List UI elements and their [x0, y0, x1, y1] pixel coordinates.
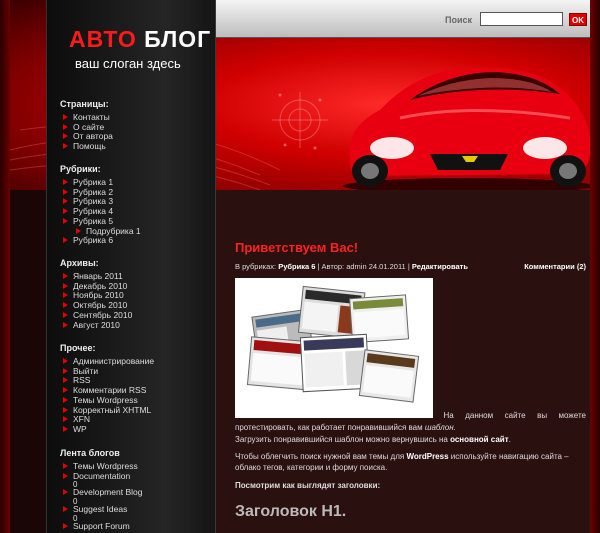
header-top-bar: Поиск OK — [215, 0, 590, 38]
pages-heading: Страницы: — [60, 99, 109, 109]
bullet-icon — [63, 114, 68, 120]
bullet-icon — [63, 463, 68, 469]
bullet-icon — [63, 377, 68, 384]
feed-link[interactable]: Documentation 0 — [60, 471, 142, 489]
category-link[interactable]: Рубрика 6 — [60, 235, 141, 246]
bullet-icon — [63, 406, 68, 413]
archives-heading: Архивы: — [60, 258, 99, 268]
screenshots-collage — [246, 285, 420, 403]
bullet-icon — [63, 506, 68, 513]
right-edge — [590, 0, 600, 533]
bullet-icon — [63, 208, 68, 215]
categories-label: В рубриках: — [235, 262, 277, 271]
wordpress-text: WordPress — [406, 452, 449, 461]
bullet-icon — [63, 282, 68, 289]
bullet-icon — [63, 396, 68, 403]
bullet-icon — [63, 302, 68, 309]
main-site-link[interactable]: основной сайт — [450, 435, 509, 444]
edit-link[interactable]: Редактировать — [412, 262, 468, 271]
other-link[interactable]: WP — [60, 424, 154, 435]
post-date: 24.01.2011 — [368, 262, 406, 271]
bullet-icon — [63, 387, 68, 394]
bullet-icon — [76, 227, 81, 234]
pages-section: Страницы: Контакты О сайте От автора Пом… — [60, 99, 113, 152]
bullet-icon — [63, 143, 68, 150]
comments-link[interactable]: Комментарии (2) — [524, 262, 586, 271]
archives-section: Архивы: Январь 2011 Декабрь 2010 Ноябрь … — [60, 258, 132, 330]
category-link[interactable]: Рубрика 6 — [278, 262, 315, 271]
bullet-icon — [63, 133, 68, 140]
site-slogan: ваш слоган здесь — [75, 56, 181, 71]
left-edge — [0, 0, 10, 533]
p1-em: шаблон. — [424, 423, 456, 432]
bullet-icon — [63, 292, 68, 299]
bullet-icon — [63, 217, 68, 224]
post-paragraph-2: Чтобы облегчить поиск нужной вам темы дл… — [235, 451, 586, 473]
feed-link[interactable]: Suggest Ideas 0 — [60, 504, 142, 522]
post-title[interactable]: Приветствуем Вас! — [235, 240, 358, 255]
search-input[interactable] — [480, 12, 563, 26]
car-illustration — [343, 67, 590, 190]
bullet-icon — [63, 472, 68, 479]
bullet-icon — [63, 425, 68, 432]
feed-section: Лента блогов Темы Wordpress Documentatio… — [60, 448, 142, 532]
sidebar: АВТО БЛОГ ваш слоган здесь Страницы: Кон… — [46, 0, 216, 533]
search-label: Поиск — [445, 15, 473, 25]
other-section: Прочее: Администрирование Выйти RSS Комм… — [60, 343, 154, 435]
post-meta: В рубриках: Рубрика 6 | Автор: admin 24.… — [235, 262, 586, 271]
other-heading: Прочее: — [60, 343, 96, 353]
p1-line2: Загрузить понравившийся шаблон можно вер… — [235, 435, 448, 444]
bullet-icon — [63, 273, 68, 279]
site-title[interactable]: АВТО БЛОГ — [69, 26, 211, 53]
feed-link[interactable]: Development Blog 0 — [60, 488, 142, 506]
feed-link[interactable]: Support Forum — [60, 521, 142, 532]
bullet-icon — [63, 198, 68, 205]
bullet-icon — [63, 367, 68, 374]
main-content: Приветствуем Вас! В рубриках: Рубрика 6 … — [216, 190, 590, 533]
bullet-icon — [63, 179, 68, 185]
p1-text: На данном сайте вы можете протестировать… — [235, 411, 586, 432]
feed-heading: Лента блогов — [60, 448, 120, 458]
bullet-icon — [63, 321, 68, 328]
categories-heading: Рубрики: — [60, 164, 101, 174]
bullet-icon — [63, 522, 68, 529]
bullet-icon — [63, 237, 68, 244]
archive-link[interactable]: Август 2010 — [60, 320, 132, 331]
bullet-icon — [63, 358, 68, 364]
bullet-icon — [63, 311, 68, 318]
search-button[interactable]: OK — [569, 13, 587, 26]
h1-sample-heading: Заголовок H1. — [235, 503, 347, 520]
bullet-icon — [63, 123, 68, 130]
p1-end: . — [508, 435, 511, 444]
page-link[interactable]: Помощь — [60, 141, 113, 152]
categories-section: Рубрики: Рубрика 1 Рубрика 2 Рубрика 3 Р… — [60, 164, 141, 246]
p2-start: Чтобы облегчить поиск нужной вам темы дл… — [235, 452, 405, 461]
bullet-icon — [63, 416, 68, 423]
bullet-icon — [63, 188, 68, 195]
author-label: | Автор: admin — [317, 262, 367, 271]
bullet-icon — [63, 489, 68, 496]
post-paragraph-3: Посмотрим как выглядят заголовки: — [235, 481, 381, 490]
meta-separator: | — [407, 262, 410, 271]
post-image — [235, 278, 433, 418]
post-paragraph-1: На данном сайте вы можете протестировать… — [235, 410, 586, 446]
